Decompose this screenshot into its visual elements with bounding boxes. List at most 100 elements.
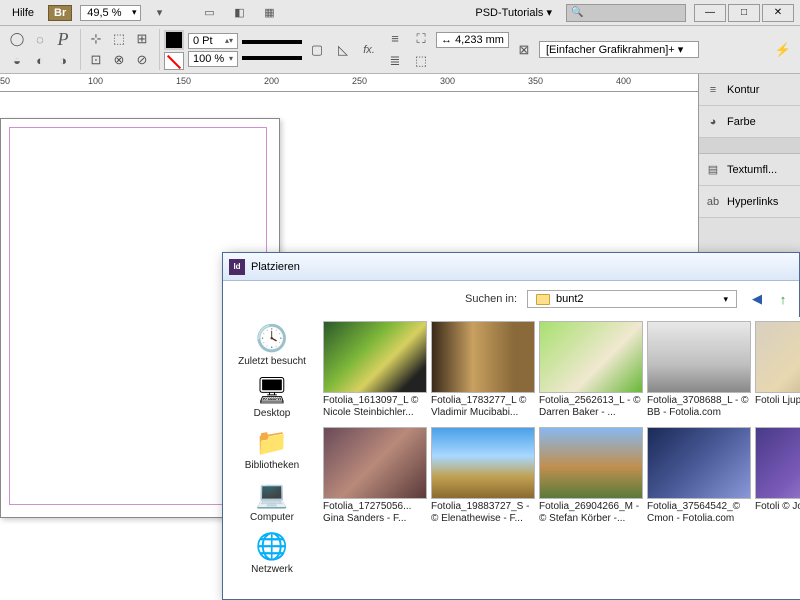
panel-label: Farbe [727,116,756,128]
stroke-weight-field[interactable]: 0 Pt▴▾ [188,33,238,49]
place-dialog: Id Platzieren Suchen in: bunt2 ◀ ↑ ✶ ▦▾ … [222,252,800,600]
file-item[interactable]: Fotolia_17275056... Gina Sanders - F... [323,427,427,525]
zoom-level[interactable]: 49,5 % [80,5,140,21]
bridge-button[interactable]: Br [48,5,72,21]
distribute-icon[interactable]: ⬚ [108,29,130,49]
dialog-titlebar[interactable]: Id Platzieren [223,253,799,281]
shape-icon[interactable]: ◌ [29,29,51,49]
stepper-icon[interactable]: ▴▾ [225,38,233,43]
fx-icon[interactable]: fx. [358,40,380,60]
arrange-icon[interactable]: ◧ [229,3,251,23]
place-label: Bibliotheken [245,460,299,471]
frame-preset-select[interactable]: [Einfacher Grafikrahmen]+ ▾ [539,41,699,58]
place-icon: 🖥 [255,375,288,406]
file-item[interactable]: Fotolia_3708688_L - © BB - Fotolia.com [647,321,751,419]
close-button[interactable]: ✕ [762,4,794,22]
file-item[interactable]: Fotolia_37564542_© Cmon - Fotolia.com [647,427,751,525]
search-in-label: Suchen in: [465,293,517,305]
up-icon[interactable]: ↑ [773,289,793,309]
chevron-down-icon[interactable]: ▾ [229,56,233,61]
opacity-field[interactable]: 100 %▾ [188,51,238,67]
panel-hyperlinks[interactable]: abHyperlinks [699,186,800,218]
back-icon[interactable]: ◀ [747,289,767,309]
menu-bar: Hilfe Br 49,5 % ▾ ▭ ◧ ▦ PSD-Tutorials ▾ … [0,0,800,26]
minimize-button[interactable]: — [694,4,726,22]
stroke-style-preview[interactable] [242,56,302,60]
place-computer[interactable]: 💻 Computer [223,479,321,523]
stroke-style-preview[interactable] [242,40,302,44]
file-name: Fotoli © Joha [755,501,800,513]
tool-icon[interactable]: ◐ [29,50,51,70]
tool-icon[interactable]: ◒ [6,50,28,70]
corner-icon[interactable]: ◺ [332,40,354,60]
stroke-swatch[interactable] [164,52,184,70]
file-name: Fotolia_17275056... Gina Sanders - F... [323,501,427,525]
place-bibliotheken[interactable]: 📁Bibliotheken [223,427,321,471]
panel-textumfl...[interactable]: ▤Textumfl... [699,154,800,186]
file-item[interactable]: Fotoli Ljupco [755,321,800,419]
maximize-button[interactable]: □ [728,4,760,22]
place-desktop[interactable]: 🖥Desktop [223,375,321,419]
ruler-tick: 150 [176,76,191,86]
file-thumbnail [755,427,800,499]
file-thumbnail [323,427,427,499]
panel-label: Textumfl... [727,164,777,176]
file-thumbnail [647,427,751,499]
panel-icon: ◕ [705,114,721,130]
frame-icon[interactable]: ⊠ [513,40,535,60]
place-netzwerk[interactable]: 🌐Netzwerk [223,531,321,575]
dialog-title: Platzieren [251,261,300,273]
ruler-tick: 350 [528,76,543,86]
file-item[interactable]: Fotolia_2562613_L - © Darren Baker - ... [539,321,643,419]
crop-icon[interactable]: ⛶ [410,29,432,49]
place-label: Zuletzt besucht [238,356,306,367]
snap-icon[interactable]: ⊞ [131,29,153,49]
file-item[interactable]: Fotolia_19883727_S - © Elenathewise - F.… [431,427,535,525]
link-icon[interactable]: ⊗ [108,50,130,70]
place-icon: 🕓 [256,323,288,354]
menu-help[interactable]: Hilfe [6,5,40,21]
folder-icon [536,294,550,305]
screen-mode-icon[interactable]: ▭ [199,3,221,23]
control-bar: ◯ ◌ P ◒ ◐ ◑ ⊹ ⬚ ⊞ ⊡ ⊗ ⊘ 0 Pt▴▾ 100 %▾ ▢ … [0,26,800,74]
file-grid: Fotolia_1613097_L © Nicole Steinbichler.… [321,317,800,599]
tool-icon[interactable]: ◑ [52,50,74,70]
file-item[interactable]: Fotolia_26904266_M - © Stefan Körber -..… [539,427,643,525]
ruler-tick: 50 [0,76,10,86]
tool-icon[interactable]: ⊘ [131,50,153,70]
type-tool-icon[interactable]: P [52,29,74,49]
flash-icon[interactable]: ⚡ [772,40,794,60]
place-zuletzt-besucht[interactable]: 🕓 Zuletzt besucht [223,323,321,367]
file-thumbnail [431,427,535,499]
layout-icon[interactable]: ▦ [259,3,281,23]
file-name: Fotolia_3708688_L - © BB - Fotolia.com [647,395,751,419]
fill-swatch[interactable] [164,30,184,50]
panel-kontur[interactable]: ≡ Kontur [699,74,800,106]
folder-combo[interactable]: bunt2 [527,290,737,308]
effects-icon[interactable]: ▢ [306,40,328,60]
ruler-horizontal: 50 100 150 200 250 300 350 400 [0,74,698,92]
place-icon: 💻 [256,479,288,510]
dimension-field[interactable]: ↔ 4,233 mm [436,32,509,48]
panel-icon: ≡ [705,82,721,98]
file-item[interactable]: Fotoli © Joha [755,427,800,525]
text-frame-icon[interactable]: ≡ [384,29,406,49]
columns-icon[interactable]: ≣ [384,51,406,71]
ruler-tick: 100 [88,76,103,86]
file-name: Fotolia_26904266_M - © Stefan Körber -..… [539,501,643,525]
file-item[interactable]: Fotolia_1783277_L © Vladimir Mucibabi... [431,321,535,419]
workspace-switcher[interactable]: PSD-Tutorials ▾ [469,4,558,21]
panel-label: Kontur [727,84,759,96]
file-thumbnail [323,321,427,393]
search-field[interactable]: 🔍 [566,4,686,22]
place-label: Computer [250,512,294,523]
panel-farbe[interactable]: ◕ Farbe [699,106,800,138]
align-icon[interactable]: ⊹ [85,29,107,49]
grid-icon[interactable]: ⊡ [85,50,107,70]
ellipse-icon[interactable]: ◯ [6,29,28,49]
file-thumbnail [431,321,535,393]
view-options-icon[interactable]: ▾ [149,3,171,23]
places-sidebar: 🕓 Zuletzt besucht 🖥Desktop 📁Bibliotheken 💻 Co… [223,317,321,599]
fit-icon[interactable]: ⬚ [410,51,432,71]
file-item[interactable]: Fotolia_1613097_L © Nicole Steinbichler.… [323,321,427,419]
